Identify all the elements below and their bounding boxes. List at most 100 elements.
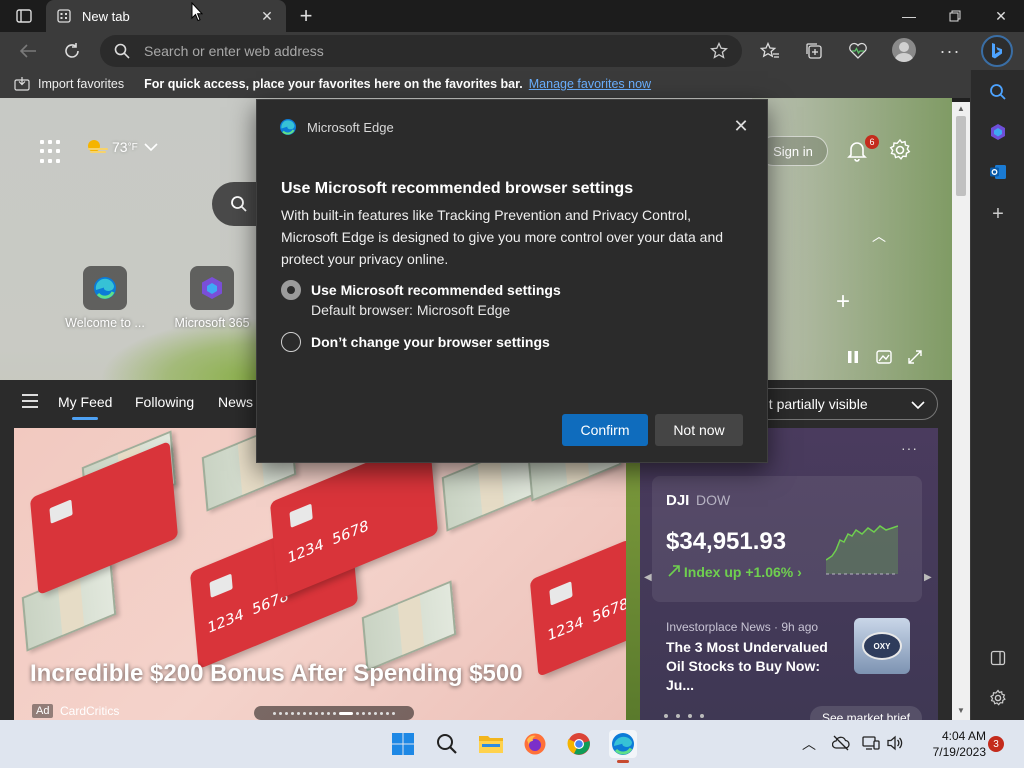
stock-change-percent: +1.06% bbox=[745, 564, 794, 580]
sidebar-panel-icon bbox=[990, 650, 1006, 666]
close-window-button[interactable]: ✕ bbox=[978, 0, 1024, 32]
tab-title: New tab bbox=[82, 8, 130, 24]
option-recommended-settings[interactable]: Use Microsoft recommended settings Defau… bbox=[281, 280, 561, 320]
scroll-down-arrow-icon[interactable]: ▼ bbox=[956, 706, 966, 716]
background-controls bbox=[846, 350, 922, 364]
collections-button[interactable] bbox=[800, 37, 828, 65]
hero-ad-card[interactable]: 1234 5678 1234 5678 1234 5678 Incredible… bbox=[14, 428, 626, 720]
mouse-cursor-icon bbox=[191, 2, 203, 22]
taskbar-search-button[interactable] bbox=[433, 730, 461, 758]
edge-icon bbox=[94, 277, 116, 299]
tab-news[interactable]: News bbox=[218, 394, 253, 410]
close-icon[interactable]: ✕ bbox=[731, 116, 751, 136]
restore-button[interactable] bbox=[932, 0, 978, 32]
taskbar-file-explorer[interactable] bbox=[477, 730, 505, 758]
previous-arrow-icon[interactable]: ◀ bbox=[644, 572, 652, 583]
markets-pagination-dots[interactable] bbox=[664, 714, 704, 718]
news-thumbnail-logo: OXY bbox=[862, 632, 902, 660]
page-scrollbar[interactable]: ▲ ▼ bbox=[952, 102, 970, 720]
stock-price: $34,951.93 bbox=[666, 528, 787, 555]
content-visibility-dropdown[interactable]: nt partially visible bbox=[740, 388, 938, 420]
app-launcher-icon[interactable] bbox=[40, 140, 64, 164]
not-now-button[interactable]: Not now bbox=[655, 414, 743, 446]
browser-essentials-button[interactable] bbox=[844, 37, 872, 65]
favorites-button[interactable] bbox=[756, 37, 784, 65]
pause-icon[interactable] bbox=[846, 350, 860, 364]
page-settings-gear-icon[interactable] bbox=[888, 138, 912, 162]
recommended-settings-dialog: Microsoft Edge ✕ Use Microsoft recommend… bbox=[256, 99, 768, 463]
sign-in-button[interactable]: Sign in bbox=[758, 136, 828, 166]
hero-title[interactable]: Incredible $200 Bonus After Spending $50… bbox=[30, 660, 523, 688]
weather-temperature: 73 bbox=[112, 139, 128, 155]
clock-date: 7/19/2023 bbox=[932, 745, 986, 759]
new-tab-button[interactable]: + bbox=[294, 3, 318, 28]
more-options-icon[interactable]: ··· bbox=[901, 440, 918, 456]
ad-source[interactable]: CardCritics bbox=[60, 704, 119, 718]
start-button[interactable] bbox=[389, 730, 417, 758]
stock-card-dji[interactable]: DJI DOW $34,951.93 Index up +1.06% › bbox=[652, 476, 922, 602]
tab-actions-menu-button[interactable] bbox=[10, 6, 38, 26]
scroll-up-arrow-icon[interactable]: ▲ bbox=[956, 104, 966, 114]
bing-chat-button[interactable] bbox=[981, 35, 1013, 67]
confirm-button[interactable]: Confirm bbox=[562, 414, 648, 446]
notification-count-badge: 6 bbox=[865, 135, 879, 149]
sidebar-settings-button[interactable] bbox=[984, 684, 1012, 712]
tab-following[interactable]: Following bbox=[135, 394, 194, 410]
back-button[interactable] bbox=[14, 37, 42, 65]
notification-center-badge[interactable]: 3 bbox=[988, 736, 1004, 752]
favorites-bar-message: For quick access, place your favorites h… bbox=[144, 77, 523, 91]
image-info-icon[interactable] bbox=[876, 350, 892, 364]
dialog-footer: Confirm Not now bbox=[257, 398, 767, 462]
import-favorites-button[interactable]: Import favorites bbox=[14, 77, 124, 91]
adjacent-card-edge bbox=[626, 428, 640, 720]
add-favorite-star-icon[interactable] bbox=[710, 42, 728, 60]
edge-sidebar: + bbox=[970, 70, 1024, 720]
taskbar-firefox[interactable] bbox=[521, 730, 549, 758]
taskbar-edge[interactable] bbox=[609, 730, 637, 763]
address-input[interactable]: Search or enter web address bbox=[144, 43, 710, 59]
tab-new-tab[interactable]: New tab ✕ bbox=[46, 0, 286, 32]
option-dont-change-settings[interactable]: Don’t change your browser settings bbox=[281, 332, 550, 352]
refresh-button[interactable] bbox=[58, 37, 86, 65]
profile-avatar[interactable] bbox=[892, 38, 916, 62]
sidebar-outlook-button[interactable] bbox=[984, 158, 1012, 186]
collapse-chevron-up-icon[interactable]: ︿ bbox=[872, 226, 886, 246]
volume-icon[interactable] bbox=[886, 735, 904, 751]
news-headline[interactable]: The 3 Most Undervalued Oil Stocks to Buy… bbox=[666, 638, 844, 695]
sidebar-add-button[interactable]: + bbox=[984, 200, 1012, 228]
partly-sunny-icon bbox=[88, 140, 108, 153]
cash-stack-image bbox=[361, 580, 457, 672]
sidebar-search-button[interactable] bbox=[984, 78, 1012, 106]
see-market-brief-button[interactable]: See market brief bbox=[810, 706, 922, 720]
tab-my-feed[interactable]: My Feed bbox=[58, 394, 112, 420]
add-shortcut-plus-icon[interactable]: + bbox=[836, 288, 850, 316]
show-hidden-icons-chevron-icon[interactable]: ︿ bbox=[802, 734, 816, 754]
settings-and-more-button[interactable]: ··· bbox=[936, 37, 964, 65]
weather-widget[interactable]: 73 °F bbox=[84, 138, 158, 156]
hamburger-menu-icon[interactable] bbox=[22, 394, 38, 408]
onedrive-cloud-icon[interactable] bbox=[832, 735, 850, 751]
sidebar-copilot-button[interactable] bbox=[984, 118, 1012, 146]
stock-change: Index up +1.06% › bbox=[668, 564, 802, 580]
microsoft-365-icon bbox=[991, 124, 1005, 140]
address-bar[interactable]: Search or enter web address bbox=[100, 35, 742, 67]
quick-link-microsoft-365[interactable]: Microsoft 365 bbox=[167, 266, 257, 330]
folder-icon bbox=[479, 736, 503, 753]
sidebar-hide-button[interactable] bbox=[984, 644, 1012, 672]
carousel-indicator[interactable] bbox=[254, 706, 414, 720]
radio-recommended[interactable] bbox=[281, 280, 301, 300]
minimize-button[interactable]: — bbox=[886, 0, 932, 32]
system-clock[interactable]: 4:04 AM 7/19/2023 bbox=[908, 728, 986, 760]
fullscreen-expand-icon[interactable] bbox=[908, 350, 922, 364]
manage-favorites-link[interactable]: Manage favorites now bbox=[529, 77, 651, 91]
network-icon[interactable] bbox=[862, 735, 880, 751]
microsoft-365-icon bbox=[202, 277, 222, 299]
radio-dont-change[interactable] bbox=[281, 332, 301, 352]
taskbar-chrome[interactable] bbox=[565, 730, 593, 758]
next-arrow-icon[interactable]: ▶ bbox=[924, 572, 932, 583]
close-tab-icon[interactable]: ✕ bbox=[258, 7, 276, 25]
news-thumbnail[interactable]: OXY bbox=[854, 618, 910, 674]
scrollbar-thumb[interactable] bbox=[956, 116, 966, 196]
quick-link-welcome[interactable]: Welcome to ... bbox=[60, 266, 150, 330]
windows-taskbar: ︿ 4:04 AM 7/19/2023 3 bbox=[0, 720, 1024, 768]
